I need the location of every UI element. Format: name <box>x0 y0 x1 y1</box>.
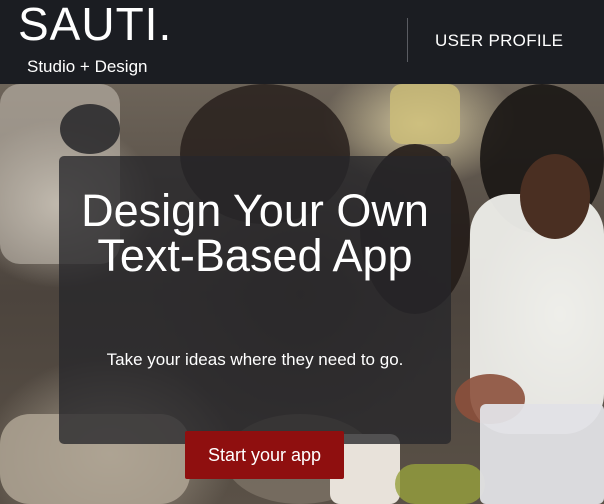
photo-region <box>395 464 485 504</box>
start-app-button[interactable]: Start your app <box>185 431 344 479</box>
brand-tagline: Studio + Design <box>27 57 148 76</box>
user-profile-link[interactable]: USER PROFILE <box>435 31 563 51</box>
photo-region <box>390 84 460 144</box>
photo-region <box>480 404 604 504</box>
landing-page: SAUTI. Studio + Design USER PROFILE Desi… <box>0 0 604 504</box>
site-header: SAUTI. Studio + Design USER PROFILE <box>0 0 604 84</box>
hero-subhead: Take your ideas where they need to go. <box>106 350 404 369</box>
brand-logo[interactable]: SAUTI. <box>18 0 172 50</box>
header-divider <box>407 18 408 62</box>
hero-headline: Design Your Own Text-Based App <box>81 185 429 281</box>
photo-region <box>60 104 120 154</box>
photo-region <box>520 154 590 239</box>
